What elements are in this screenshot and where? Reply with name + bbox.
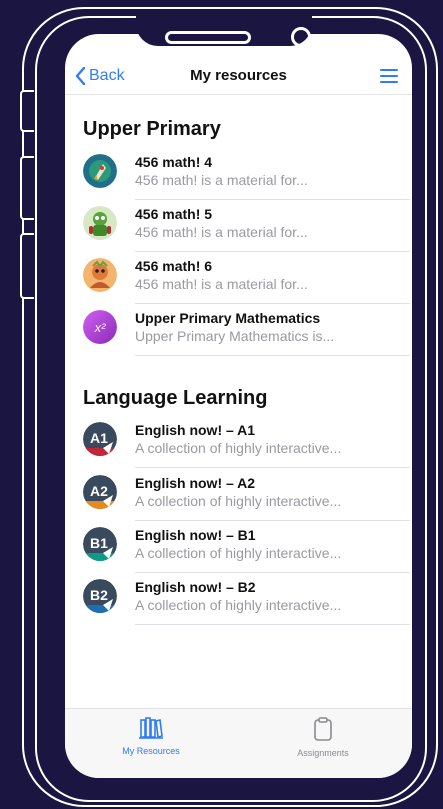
row-divider xyxy=(135,467,410,468)
resource-title: 456 math! 6 xyxy=(135,258,213,274)
resource-title: English now! – A2 xyxy=(135,475,256,491)
tab-assignments[interactable]: Assignments xyxy=(273,717,373,758)
tab-bar: My Resources Assignments xyxy=(65,708,412,778)
resource-title: 456 math! 5 xyxy=(135,206,213,222)
books-icon xyxy=(139,717,163,739)
resource-subtitle: A collection of highly interactive... xyxy=(135,440,342,456)
svg-text:A1: A1 xyxy=(90,430,108,446)
tab-label: Assignments xyxy=(297,748,349,758)
clipboard-icon xyxy=(314,717,332,741)
section-title-upper-primary: Upper Primary xyxy=(83,118,221,140)
svg-text:x²: x² xyxy=(94,320,107,335)
resource-row-math-4[interactable]: 456 math! 4 456 math! is a material for.… xyxy=(65,148,412,200)
tab-my-resources[interactable]: My Resources xyxy=(101,717,201,756)
section-title-language-learning: Language Learning xyxy=(83,387,268,409)
volume-up-button xyxy=(20,156,34,220)
math-6-character-icon xyxy=(83,258,117,292)
math-5-robot-icon xyxy=(83,206,117,240)
hamburger-menu-icon[interactable] xyxy=(380,69,398,83)
page-title: My resources xyxy=(190,67,287,84)
resource-subtitle: 456 math! is a material for... xyxy=(135,224,308,240)
resource-row-upper-primary-mathematics[interactable]: x² Upper Primary Mathematics Upper Prima… xyxy=(65,304,412,356)
a2-level-icon: A2 xyxy=(83,475,117,509)
resource-row-english-b1[interactable]: B1 English now! – B1 A collection of hig… xyxy=(65,521,412,573)
resource-title: English now! – A1 xyxy=(135,422,256,438)
row-divider xyxy=(135,624,410,625)
front-camera xyxy=(291,27,311,47)
resource-row-english-b2[interactable]: B2 English now! – B2 A collection of hig… xyxy=(65,573,412,625)
phone-screen: Back My resources Upper Primary 456 math… xyxy=(65,34,412,778)
mute-switch xyxy=(20,90,34,132)
b2-level-icon: B2 xyxy=(83,579,117,613)
resource-row-math-6[interactable]: 456 math! 6 456 math! is a material for.… xyxy=(65,252,412,304)
resource-row-english-a1[interactable]: A1 English now! – A1 A collection of hig… xyxy=(65,416,412,468)
math-4-rocket-icon xyxy=(83,154,117,188)
x-squared-icon: x² xyxy=(83,310,117,344)
resource-title: English now! – B1 xyxy=(135,527,256,543)
resource-title: Upper Primary Mathematics xyxy=(135,310,321,326)
resource-subtitle: A collection of highly interactive... xyxy=(135,545,342,561)
a1-level-icon: A1 xyxy=(83,422,117,456)
resource-row-english-a2[interactable]: A2 English now! – A2 A collection of hig… xyxy=(65,469,412,521)
navigation-bar: Back My resources xyxy=(65,58,412,95)
resource-title: 456 math! 4 xyxy=(135,154,213,170)
speaker-grille xyxy=(165,31,251,44)
svg-text:B2: B2 xyxy=(90,587,108,603)
resource-subtitle: 456 math! is a material for... xyxy=(135,172,308,188)
row-divider xyxy=(135,355,410,356)
b1-level-icon: B1 xyxy=(83,527,117,561)
resource-subtitle: 456 math! is a material for... xyxy=(135,276,308,292)
resource-subtitle: A collection of highly interactive... xyxy=(135,597,342,613)
svg-text:B1: B1 xyxy=(90,535,108,551)
tab-label: My Resources xyxy=(122,746,180,756)
resource-subtitle: A collection of highly interactive... xyxy=(135,493,342,509)
svg-text:A2: A2 xyxy=(90,483,108,499)
volume-down-button xyxy=(20,233,34,299)
resource-row-math-5[interactable]: 456 math! 5 456 math! is a material for.… xyxy=(65,200,412,252)
resource-subtitle: Upper Primary Mathematics is... xyxy=(135,328,335,344)
resource-title: English now! – B2 xyxy=(135,579,256,595)
